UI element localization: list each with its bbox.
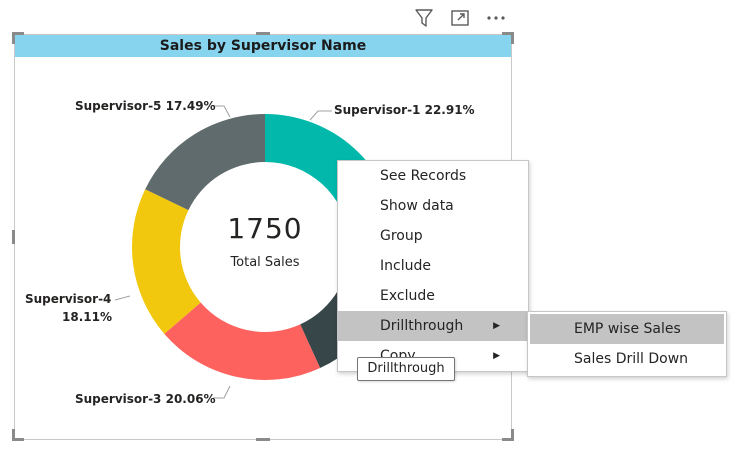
menu-item-exclude[interactable]: Exclude — [338, 281, 528, 311]
drillthrough-submenu: EMP wise Sales Sales Drill Down — [527, 311, 727, 377]
slice-label-supervisor-3: Supervisor-3 20.06% — [75, 392, 216, 406]
submenu-arrow-icon: ▶ — [493, 351, 500, 361]
tooltip: Drillthrough — [357, 357, 455, 381]
total-sales-value: 1750 — [227, 212, 303, 245]
slice-label-supervisor-1: Supervisor-1 22.91% — [334, 103, 475, 117]
leader-line-supervisor-4 — [114, 295, 131, 301]
context-menu: See Records Show data Group Include Excl… — [337, 160, 529, 372]
menu-item-drillthrough[interactable]: Drillthrough ▶ — [338, 311, 528, 341]
menu-item-see-records[interactable]: See Records — [338, 161, 528, 191]
slice-label-supervisor-4: Supervisor-4 18.11% — [25, 292, 112, 324]
submenu-arrow-icon: ▶ — [493, 321, 500, 331]
slice-supervisor-3[interactable] — [164, 302, 321, 381]
menu-item-include[interactable]: Include — [338, 251, 528, 281]
submenu-item-sales-drill-down[interactable]: Sales Drill Down — [530, 344, 724, 374]
leader-line-supervisor-1 — [309, 110, 332, 121]
submenu-item-emp-wise-sales[interactable]: EMP wise Sales — [530, 314, 724, 344]
menu-item-show-data[interactable]: Show data — [338, 191, 528, 221]
slice-label-supervisor-5: Supervisor-5 17.49% — [75, 99, 216, 113]
total-sales-label: Total Sales — [230, 255, 300, 270]
menu-item-group[interactable]: Group — [338, 221, 528, 251]
slice-supervisor-5[interactable] — [145, 114, 265, 211]
